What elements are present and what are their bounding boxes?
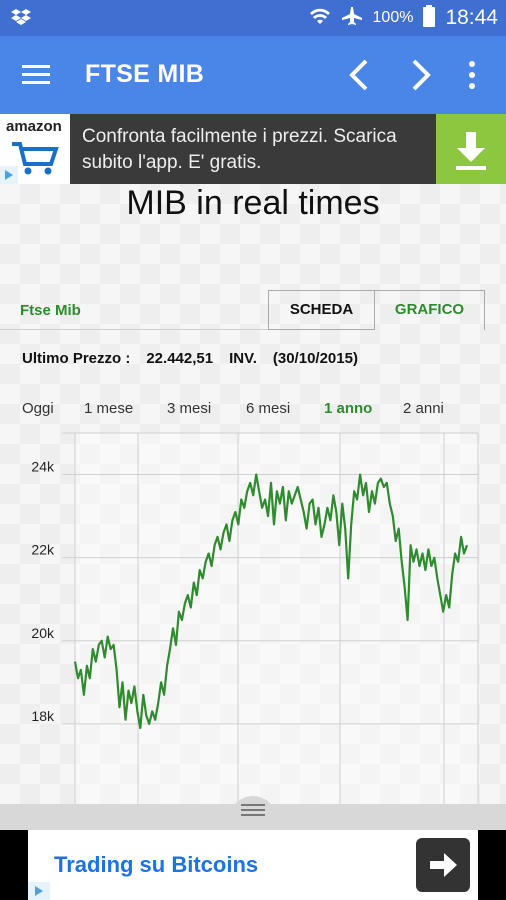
battery-percent: 100% bbox=[372, 9, 414, 26]
status-right: 100% 18:44 bbox=[309, 0, 498, 36]
y-tick-label: 22k bbox=[31, 542, 55, 558]
download-icon[interactable] bbox=[436, 114, 506, 184]
range-3-mesi[interactable]: 3 mesi bbox=[167, 400, 246, 417]
ad-card[interactable]: Trading su Bitcoins bbox=[28, 830, 478, 900]
adchoices-icon[interactable] bbox=[0, 166, 18, 184]
price-chart: 18k 20k 22k 24k bbox=[31, 432, 479, 807]
app-bar: FTSE MIB bbox=[0, 36, 506, 114]
range-1-anno[interactable]: 1 anno bbox=[324, 400, 403, 417]
drawer-handle bbox=[0, 796, 506, 830]
section-name: Ftse Mib bbox=[20, 302, 81, 319]
airplane-icon bbox=[341, 6, 363, 31]
page-title: MIB in real times bbox=[126, 184, 380, 222]
ad-banner-top[interactable]: amazon Confronta facilmente i prezzi. Sc… bbox=[0, 114, 506, 184]
tab-divider bbox=[0, 329, 268, 330]
price-row: Ultimo Prezzo : 22.442,51 INV. (30/10/20… bbox=[22, 350, 358, 367]
tab-bar: SCHEDA GRAFICO bbox=[268, 290, 485, 330]
adchoices-icon[interactable] bbox=[28, 882, 50, 900]
drag-handle-icon[interactable] bbox=[229, 796, 277, 826]
y-tick-label: 24k bbox=[31, 459, 55, 475]
y-tick-label: 18k bbox=[31, 708, 55, 724]
menu-icon[interactable] bbox=[22, 62, 50, 88]
chevron-left-icon[interactable] bbox=[342, 56, 378, 94]
range-oggi[interactable]: Oggi bbox=[22, 400, 84, 417]
range-1-mese[interactable]: 1 mese bbox=[84, 400, 167, 417]
range-6-mesi[interactable]: 6 mesi bbox=[246, 400, 324, 417]
content-area: MIB in real times Ftse Mib SCHEDA GRAFIC… bbox=[0, 184, 506, 830]
tab-scheda[interactable]: SCHEDA bbox=[268, 290, 375, 330]
y-tick-label: 20k bbox=[31, 625, 55, 641]
range-2-anni[interactable]: 2 anni bbox=[403, 400, 463, 417]
ad-banner-bottom[interactable]: Trading su Bitcoins bbox=[0, 830, 506, 900]
battery-icon bbox=[423, 4, 436, 32]
price-label: Ultimo Prezzo : bbox=[22, 350, 131, 367]
app-title: FTSE MIB bbox=[85, 60, 205, 88]
tab-grafico[interactable]: GRAFICO bbox=[375, 290, 485, 330]
range-selector: Oggi 1 mese 3 mesi 6 mesi 1 anno 2 anni bbox=[22, 400, 463, 417]
status-bar: 100% 18:44 bbox=[0, 0, 506, 36]
dropbox-icon bbox=[10, 8, 32, 33]
chevron-right-icon[interactable] bbox=[402, 56, 438, 94]
overflow-menu-icon[interactable] bbox=[458, 58, 486, 96]
plot-area bbox=[75, 433, 478, 807]
price-status: INV. bbox=[229, 350, 257, 367]
ad-title: Trading su Bitcoins bbox=[54, 852, 259, 877]
ad-text: Confronta facilmente i prezzi. Scarica s… bbox=[82, 126, 397, 173]
arrow-right-icon[interactable] bbox=[416, 838, 470, 892]
price-value: 22.442,51 bbox=[146, 350, 214, 367]
clock: 18:44 bbox=[445, 6, 498, 29]
wifi-icon bbox=[309, 6, 331, 31]
price-date: (30/10/2015) bbox=[272, 350, 358, 367]
